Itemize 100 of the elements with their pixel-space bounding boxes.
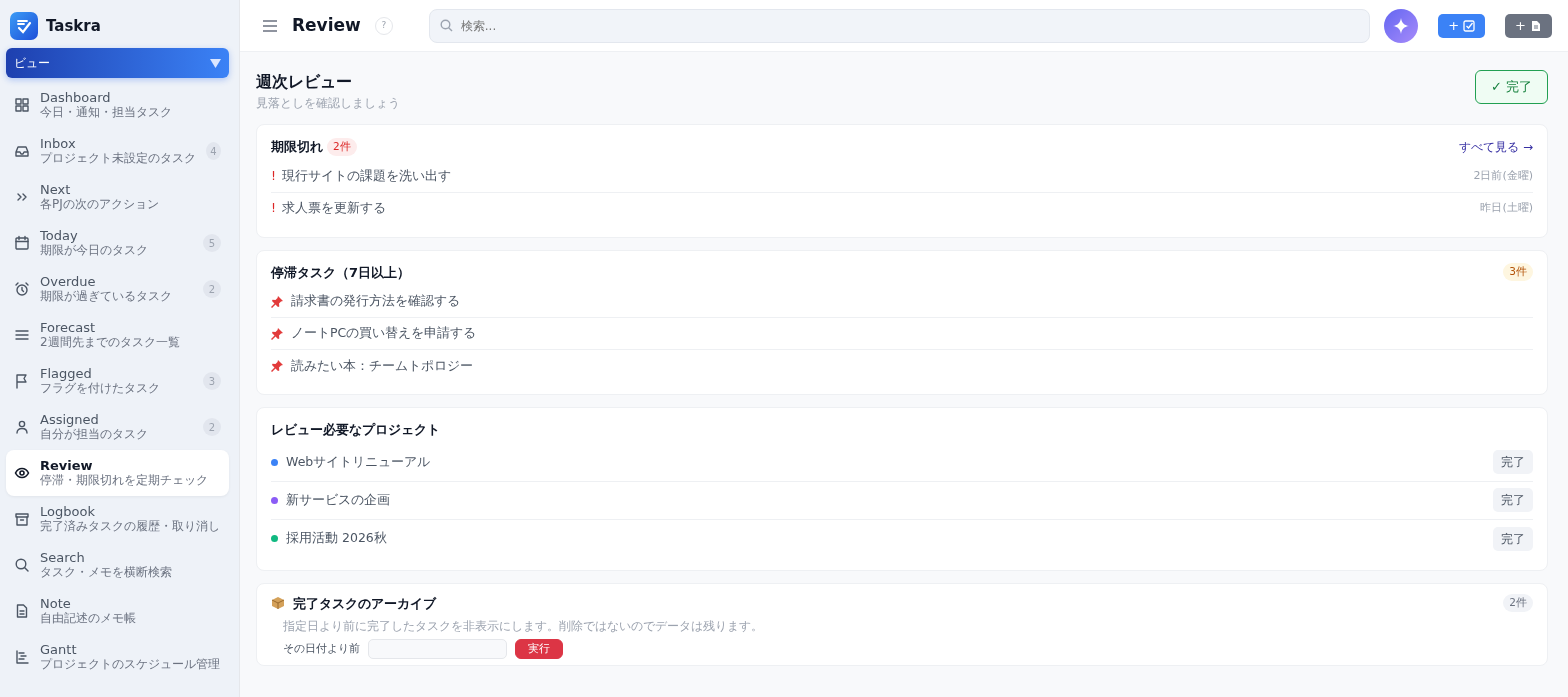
sidebar-item[interactable]: Inbox プロジェクト未設定のタスク 4 [6, 128, 229, 174]
item-description: 完了済みタスクの履歴・取り消し [40, 519, 220, 534]
item-description: 今日・通知・担当タスク [40, 105, 172, 120]
item-description: 停滞・期限切れを定期チェック [40, 473, 208, 488]
alarm-clock-icon [14, 281, 30, 297]
item-description: 自分が担当のタスク [40, 427, 148, 442]
pin-icon [271, 360, 283, 372]
sparkle-icon [1393, 17, 1410, 34]
checkbox-icon [1463, 19, 1476, 32]
section-title: 週次レビュー [256, 71, 353, 93]
complete-button[interactable]: 完了 [1493, 488, 1533, 512]
item-description: タスク・メモを横断検索 [40, 565, 172, 580]
sidebar-item[interactable]: Dashboard 今日・通知・担当タスク [6, 82, 229, 128]
item-title: Flagged [40, 366, 93, 381]
sidebar-item[interactable]: Forecast 2週間先までのタスク一覧 [6, 312, 229, 358]
pin-icon [271, 295, 283, 308]
eye-icon [14, 465, 30, 481]
task-title: 請求書の発行方法を確認する [291, 292, 460, 311]
add-task-button[interactable]: + [1438, 13, 1486, 38]
flag-icon [14, 373, 30, 389]
complete-button[interactable]: 完了 [1493, 526, 1533, 551]
item-title: Inbox [40, 136, 77, 151]
item-title: Dashboard [40, 90, 112, 105]
archive-box-icon [14, 511, 30, 527]
complete-button[interactable]: ✓ 完了 [1474, 70, 1548, 104]
item-title: Next [40, 182, 72, 197]
sidebar-item[interactable]: Review 停滞・期限切れを定期チェック [6, 450, 229, 496]
app-name: Taskra [46, 15, 101, 37]
sidebar-item[interactable]: Search タスク・メモを横断検索 [6, 542, 229, 588]
document-icon [1530, 19, 1542, 32]
view-select[interactable]: ビュー [6, 48, 229, 78]
sidebar-item[interactable]: Gantt プロジェクトのスケジュール管理 [6, 634, 229, 680]
list-icon [14, 327, 30, 343]
item-title: Review [40, 458, 94, 473]
item-title: Today [40, 228, 79, 243]
complete-button[interactable]: 完了 [1493, 450, 1533, 474]
item-title: Gantt [40, 642, 78, 657]
document-icon [14, 603, 30, 619]
pin-icon [271, 327, 283, 340]
sidebar-item[interactable]: Logbook 完了済みタスクの履歴・取り消し [6, 496, 229, 542]
see-all-link[interactable]: すべて見る → [1459, 137, 1533, 156]
item-description: 自由記述のメモ帳 [40, 611, 136, 626]
task-title: 読みたい本：チームトポロジー [291, 356, 473, 375]
panel-title: レビュー必要なプロジェクト [271, 422, 440, 437]
search-icon [14, 557, 30, 573]
section-subtitle: 見落としを確認しましょう [256, 95, 400, 112]
item-title: Forecast [40, 320, 96, 335]
app-logo-icon [10, 12, 38, 40]
sidebar-item[interactable]: Assigned 自分が担当のタスク 2 [6, 404, 229, 450]
menu-icon[interactable] [262, 18, 278, 33]
ai-assistant-button[interactable] [1384, 8, 1419, 43]
item-description: 期限が過ぎているタスク [40, 289, 172, 304]
count-badge: 2 [203, 418, 221, 436]
item-description: 期限が今日のタスク [40, 243, 148, 258]
alert-mark: ! [271, 199, 277, 218]
search-icon [439, 19, 453, 32]
page-title: Review [292, 13, 361, 37]
panel-title: 停滞タスク（7日以上） [271, 263, 411, 282]
run-button[interactable]: 実行 [515, 639, 563, 659]
search-bar[interactable]: 検索... [428, 8, 1371, 43]
grid-icon [14, 97, 30, 113]
panel-title: 完了タスクのアーカイブ [293, 594, 436, 613]
search-field[interactable]: 検索... [458, 15, 1360, 36]
count-badge: 4 [206, 142, 221, 160]
item-description: 2週間先までのタスク一覧 [40, 335, 180, 350]
count-badge: 2件 [327, 137, 357, 156]
gantt-icon [14, 649, 30, 665]
item-title: Search [40, 550, 86, 565]
item-description: プロジェクトのスケジュール管理 [40, 657, 220, 672]
sidebar-item[interactable]: Today 期限が今日のタスク 5 [6, 220, 229, 266]
count-badge: 3件 [1503, 263, 1533, 282]
sidebar-item[interactable]: Note 自由記述のメモ帳 [6, 588, 229, 634]
due-date: 2日前(金曜) [1473, 167, 1533, 184]
task-title: 求人票を更新する [282, 199, 386, 218]
item-title: Note [40, 596, 72, 611]
date-field[interactable] [368, 639, 507, 659]
item-title: Assigned [40, 412, 100, 427]
item-description: 各PJの次のアクション [40, 197, 159, 212]
tray-icon [14, 143, 30, 159]
sidebar-item[interactable]: Flagged フラグを付けたタスク 3 [6, 358, 229, 404]
caret-icon [210, 58, 221, 68]
item-title: Logbook [40, 504, 96, 519]
alert-mark: ! [271, 166, 277, 185]
project-name: 採用活動 2026秋 [286, 529, 387, 548]
date-label: その日付より前 [283, 640, 360, 657]
project-name: 新サービスの企画 [286, 490, 390, 509]
panel-title: 期限切れ [271, 138, 323, 156]
sidebar-item[interactable]: Next 各PJの次のアクション [6, 174, 229, 220]
calendar-icon [14, 235, 30, 251]
person-icon [14, 419, 30, 435]
due-date: 昨日(土曜) [1480, 200, 1533, 217]
add-note-button[interactable]: + [1505, 13, 1552, 38]
task-title: 現行サイトの課題を洗い出す [282, 166, 451, 185]
count-badge: 3 [203, 372, 221, 390]
package-icon [271, 596, 285, 611]
count-badge: 5 [203, 234, 221, 252]
count-badge: 2 [203, 280, 221, 298]
sidebar-item[interactable]: Overdue 期限が過ぎているタスク 2 [6, 266, 229, 312]
item-title: Overdue [40, 274, 97, 289]
task-title: ノートPCの買い替えを申請する [291, 324, 477, 343]
